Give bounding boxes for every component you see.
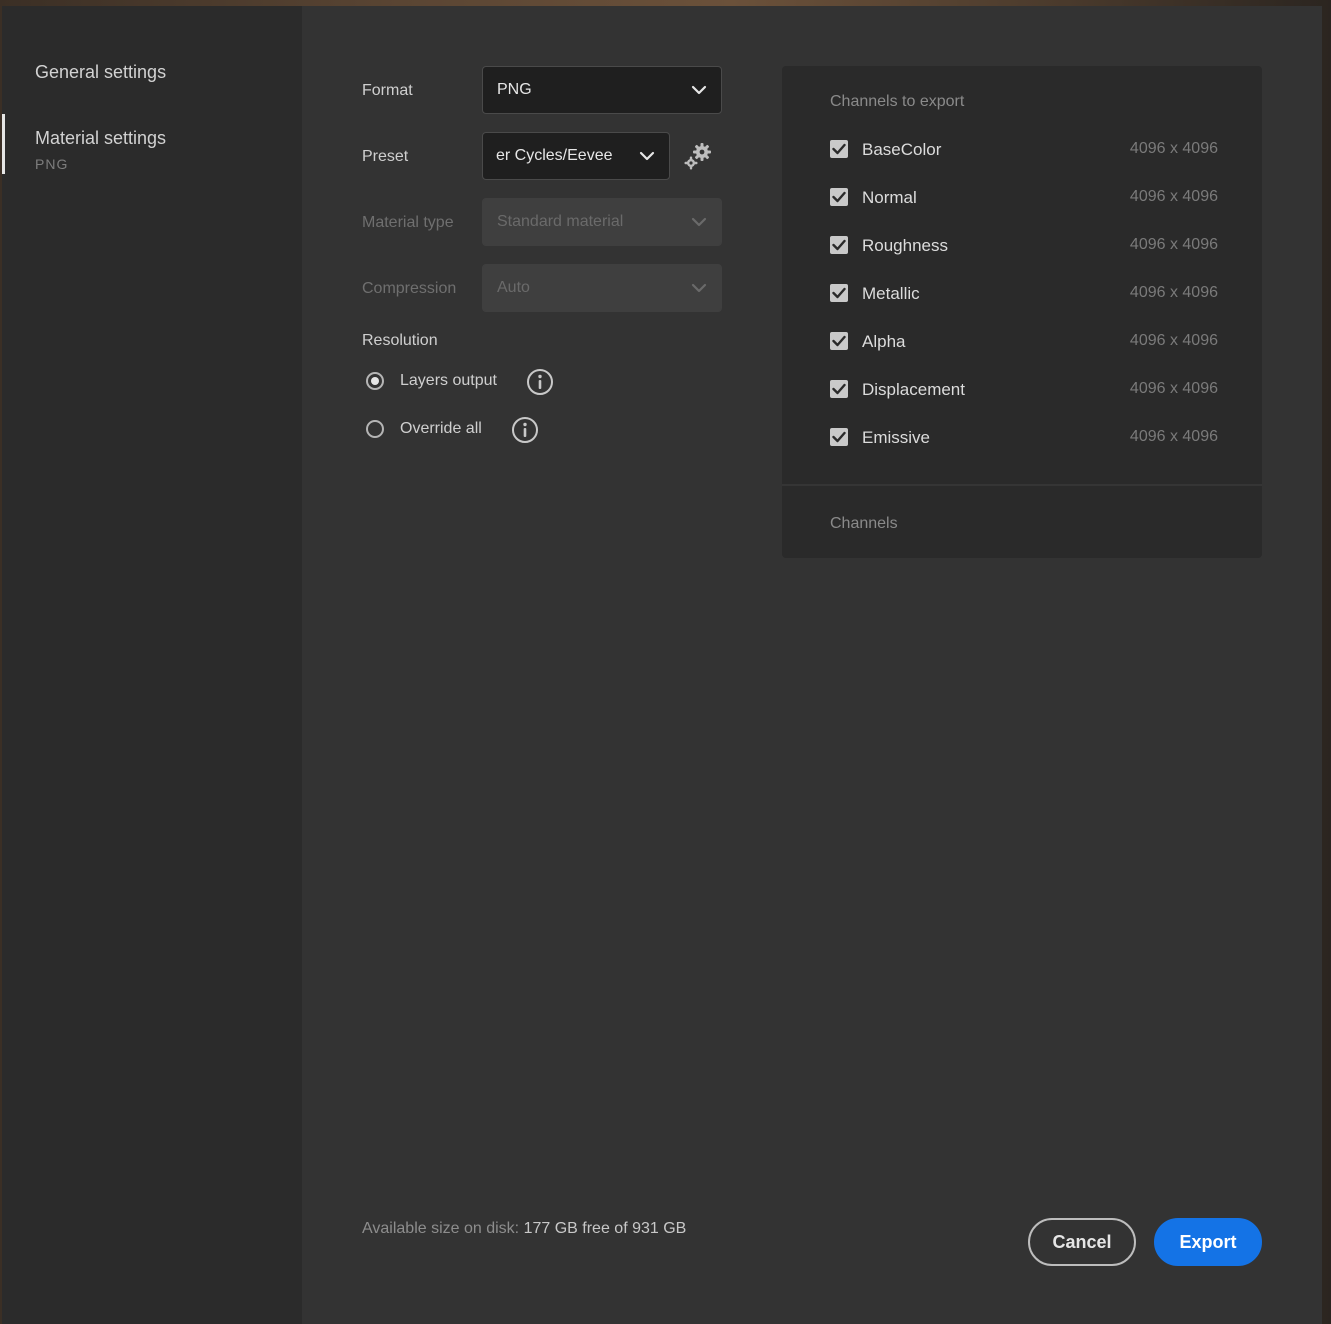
material-type-dropdown: Standard material [482, 198, 722, 246]
sidebar-item-general-settings[interactable]: General settings [2, 58, 302, 88]
sidebar-item-label: General settings [35, 62, 167, 82]
sidebar-item-material-settings[interactable]: Material settings PNG [2, 114, 302, 174]
chevron-down-icon [691, 217, 707, 227]
sidebar-item-label: Material settings [35, 128, 167, 148]
checkbox-checked [830, 188, 848, 206]
compression-dropdown: Auto [482, 264, 722, 312]
material-type-value: Standard material [497, 213, 624, 230]
preset-value: er Cycles/Eevee [496, 147, 613, 164]
channel-row-roughness[interactable]: Roughness 4096 x 4096 [830, 235, 1220, 261]
info-icon[interactable] [511, 416, 539, 444]
format-label: Format [362, 82, 413, 99]
active-indicator [2, 114, 5, 174]
channel-name: Emissive [862, 428, 931, 447]
channel-name: Alpha [862, 332, 906, 351]
channel-resolution: 4096 x 4096 [1129, 188, 1218, 205]
channel-row-alpha[interactable]: Alpha 4096 x 4096 [830, 331, 1220, 357]
compression-value: Auto [497, 279, 530, 296]
preset-dropdown[interactable]: er Cycles/Eevee [482, 132, 670, 180]
channel-resolution: 4096 x 4096 [1129, 140, 1218, 157]
chevron-down-icon [691, 283, 707, 293]
radio-label: Layers output [400, 372, 497, 389]
channel-resolution: 4096 x 4096 [1129, 428, 1218, 445]
material-type-label: Material type [362, 214, 454, 231]
channel-name: BaseColor [862, 140, 942, 159]
channel-resolution: 4096 x 4096 [1129, 284, 1218, 301]
channel-row-displacement[interactable]: Displacement 4096 x 4096 [830, 379, 1220, 405]
format-value: PNG [497, 81, 532, 98]
channels-footer-link[interactable]: Channels [830, 515, 898, 533]
sidebar-item-sublabel: PNG [35, 156, 69, 172]
chevron-down-icon [639, 151, 655, 161]
channel-row-emissive[interactable]: Emissive 4096 x 4096 [830, 427, 1220, 453]
chevron-down-icon [691, 85, 707, 95]
channel-name: Roughness [862, 236, 949, 255]
radio-button-selected [366, 372, 384, 390]
divider [782, 484, 1262, 486]
checkbox-checked [830, 332, 848, 350]
channels-title: Channels to export [830, 93, 965, 110]
checkbox-checked [830, 284, 848, 302]
radio-button [366, 420, 384, 438]
channels-panel: Channels to export BaseColor 4096 x 4096… [782, 66, 1262, 558]
gear-icon[interactable] [682, 140, 714, 172]
checkbox-checked [830, 380, 848, 398]
checkbox-checked [830, 428, 848, 446]
cancel-button[interactable]: Cancel [1028, 1218, 1136, 1266]
channel-name: Metallic [862, 284, 920, 303]
preset-label: Preset [362, 148, 409, 165]
channel-resolution: 4096 x 4096 [1129, 380, 1218, 397]
channel-name: Normal [862, 188, 917, 207]
resolution-label: Resolution [362, 332, 438, 349]
channel-row-normal[interactable]: Normal 4096 x 4096 [830, 187, 1220, 213]
checkbox-checked [830, 140, 848, 158]
channel-resolution: 4096 x 4096 [1129, 236, 1218, 253]
checkbox-checked [830, 236, 848, 254]
format-dropdown[interactable]: PNG [482, 66, 722, 114]
disk-space-value: 177 GB free of 931 GB [523, 1220, 687, 1237]
info-icon[interactable] [526, 368, 554, 396]
sidebar: General settings Material settings PNG [2, 6, 302, 1324]
disk-space-label: Available size on disk: [362, 1220, 520, 1237]
radio-override-all[interactable]: Override all [366, 418, 496, 446]
radio-label: Override all [400, 420, 482, 437]
export-dialog: General settings Material settings PNG F… [2, 6, 1322, 1324]
compression-label: Compression [362, 280, 457, 297]
channel-row-basecolor[interactable]: BaseColor 4096 x 4096 [830, 139, 1220, 165]
export-button[interactable]: Export [1154, 1218, 1262, 1266]
channel-resolution: 4096 x 4096 [1129, 332, 1218, 349]
disk-space-info: Available size on disk: 177 GB free of 9… [362, 1220, 686, 1238]
channel-row-metallic[interactable]: Metallic 4096 x 4096 [830, 283, 1220, 309]
channel-name: Displacement [862, 380, 965, 399]
radio-layers-output[interactable]: Layers output [366, 370, 516, 398]
